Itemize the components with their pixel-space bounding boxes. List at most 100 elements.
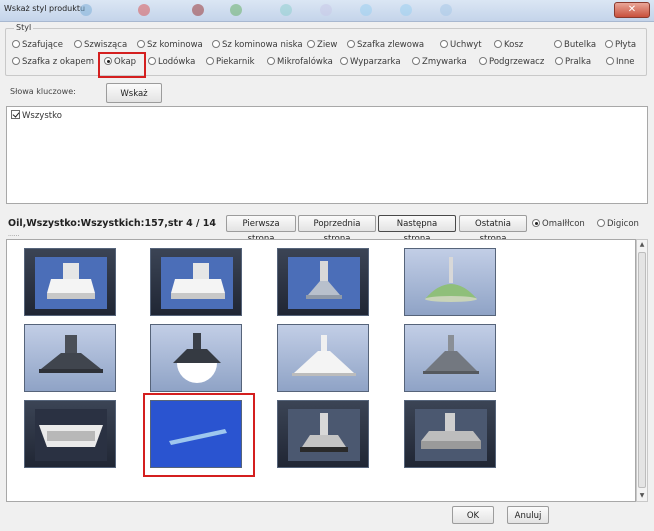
- radio-circle: [494, 40, 502, 48]
- radio-circle: [532, 219, 540, 227]
- radio-label: Kosz: [504, 40, 524, 50]
- radio-label: Szwisząca: [84, 40, 128, 50]
- radio-circle: [12, 40, 20, 48]
- radio-ziew[interactable]: Ziew: [307, 40, 337, 52]
- close-button[interactable]: ✕: [614, 2, 650, 18]
- radio-szafka-z-okapem[interactable]: Szafka z okapem: [12, 57, 94, 69]
- hood-pyramid-icon: [292, 335, 356, 376]
- radio-circle: [307, 40, 315, 48]
- radio-circle: [440, 40, 448, 48]
- app-icon: [400, 4, 412, 16]
- radio-view-small-icon[interactable]: OmaIłłcon: [532, 219, 585, 231]
- product-thumbnail[interactable]: [277, 248, 369, 316]
- radio-label: Płyta: [615, 40, 637, 50]
- radio-label: Uchwyt: [450, 40, 482, 50]
- product-thumbnail[interactable]: [24, 400, 116, 468]
- radio-sz-kominowa-niska[interactable]: Sz kominowa niska: [212, 40, 303, 52]
- product-thumbnail[interactable]: [150, 324, 242, 392]
- product-thumbnail[interactable]: [277, 324, 369, 392]
- radio-szwiszaca[interactable]: Szwisząca: [74, 40, 127, 52]
- radio-sz-kominowa[interactable]: Sz kominowa: [137, 40, 203, 52]
- radio-label: Pralka: [565, 57, 592, 67]
- scrollbar-thumb[interactable]: [638, 252, 646, 488]
- radio-inne[interactable]: Inne: [606, 57, 635, 69]
- radio-kosz[interactable]: Kosz: [494, 40, 523, 52]
- app-icon: [192, 4, 204, 16]
- product-thumbnail[interactable]: [404, 248, 496, 316]
- radio-label: Lodówka: [158, 57, 196, 67]
- radio-circle: [412, 57, 420, 65]
- first-page-button[interactable]: Pierwsza strona: [226, 215, 296, 244]
- app-icon: [230, 4, 242, 16]
- radio-piekarnik[interactable]: Piekarnik: [206, 57, 255, 69]
- radio-uchwyt[interactable]: Uchwyt: [440, 40, 482, 52]
- radio-lodowka[interactable]: Lodówka: [148, 57, 195, 69]
- radio-label: Szafka z okapem: [22, 57, 94, 67]
- hood-pyramid-icon: [288, 257, 360, 309]
- radio-szafka-zlewowa[interactable]: Szafka zlewowa: [347, 40, 424, 52]
- radio-label: Wyparzarka: [350, 57, 401, 67]
- radio-szafujace[interactable]: Szafujące: [12, 40, 63, 52]
- radio-podgrzewacz[interactable]: Podgrzewacz: [479, 57, 544, 69]
- radio-circle: [12, 57, 20, 65]
- app-icon: [360, 4, 372, 16]
- page-info-sub: ......: [8, 231, 20, 238]
- radio-label: Piekarnik: [216, 57, 255, 67]
- product-thumbnail[interactable]: [404, 324, 496, 392]
- selected-item-highlight-box: [143, 393, 255, 477]
- radio-wyparzarka[interactable]: Wyparzarka: [340, 57, 401, 69]
- hood-dome-icon: [425, 257, 477, 302]
- product-grid: [6, 239, 636, 502]
- hood-island-icon: [288, 409, 360, 461]
- hood-island-icon: [415, 409, 487, 461]
- product-thumbnail[interactable]: [24, 248, 116, 316]
- radio-label: Ziew: [317, 40, 338, 50]
- hood-globe-icon: [173, 333, 221, 383]
- app-icon: [80, 4, 92, 16]
- grid-scrollbar[interactable]: ▲ ▼: [636, 239, 648, 502]
- radio-label: Inne: [616, 57, 635, 67]
- radio-pralka[interactable]: Pralka: [555, 57, 591, 69]
- radio-circle: [148, 57, 156, 65]
- radio-circle: [212, 40, 220, 48]
- product-thumbnail[interactable]: [24, 324, 116, 392]
- radio-view-big-icon[interactable]: Digicon: [597, 219, 639, 231]
- title-bar-icons: [80, 2, 460, 18]
- product-thumbnail[interactable]: [277, 400, 369, 468]
- radio-butelka[interactable]: Butelka: [554, 40, 596, 52]
- dialog-body: Styl Szafujące Szwisząca Sz kominowa Sz …: [0, 22, 654, 531]
- okap-highlight-box: [98, 52, 146, 78]
- scroll-down-icon[interactable]: ▼: [637, 491, 647, 501]
- cancel-button[interactable]: Anuluj: [507, 506, 549, 524]
- checkbox-checked[interactable]: [11, 110, 20, 119]
- product-thumbnail[interactable]: [404, 400, 496, 468]
- product-thumbnail[interactable]: [150, 248, 242, 316]
- radio-plyta[interactable]: Płyta: [605, 40, 636, 52]
- radio-label: Butelka: [564, 40, 597, 50]
- scroll-up-icon[interactable]: ▲: [637, 240, 647, 250]
- keyword-item-wszystko[interactable]: Wszystko: [11, 110, 62, 121]
- keywords-list: Wszystko: [6, 106, 648, 204]
- app-icon: [280, 4, 292, 16]
- prev-page-button[interactable]: Poprzednia strona: [298, 215, 376, 244]
- window-title: Wskaż styl produktu: [4, 4, 86, 13]
- last-page-button[interactable]: Ostatnia strona: [459, 215, 527, 244]
- ok-button[interactable]: OK: [452, 506, 494, 524]
- hood-pyramid-icon: [39, 335, 103, 373]
- hood-canopy-icon: [35, 409, 107, 461]
- show-button[interactable]: Wskaż: [106, 83, 162, 103]
- radio-zmywarka[interactable]: Zmywarka: [412, 57, 467, 69]
- radio-label: OmaIłłcon: [542, 219, 585, 229]
- radio-mikrofalowka[interactable]: Mikrofalówka: [267, 57, 333, 69]
- radio-circle: [347, 40, 355, 48]
- style-group-legend: Styl: [14, 23, 34, 32]
- page-info: Oil,Wszystko:Wszystkich:157,str 4 / 14: [8, 218, 216, 229]
- radio-circle: [555, 57, 563, 65]
- radio-label: Szafujące: [22, 40, 63, 50]
- hood-box-icon: [161, 257, 233, 309]
- radio-label: Szafka zlewowa: [357, 40, 425, 50]
- hood-box-icon: [35, 257, 107, 309]
- title-bar: Wskaż styl produktu ✕: [0, 0, 654, 22]
- keyword-label: Wszystko: [22, 111, 62, 121]
- next-page-button[interactable]: Następna strona: [378, 215, 456, 244]
